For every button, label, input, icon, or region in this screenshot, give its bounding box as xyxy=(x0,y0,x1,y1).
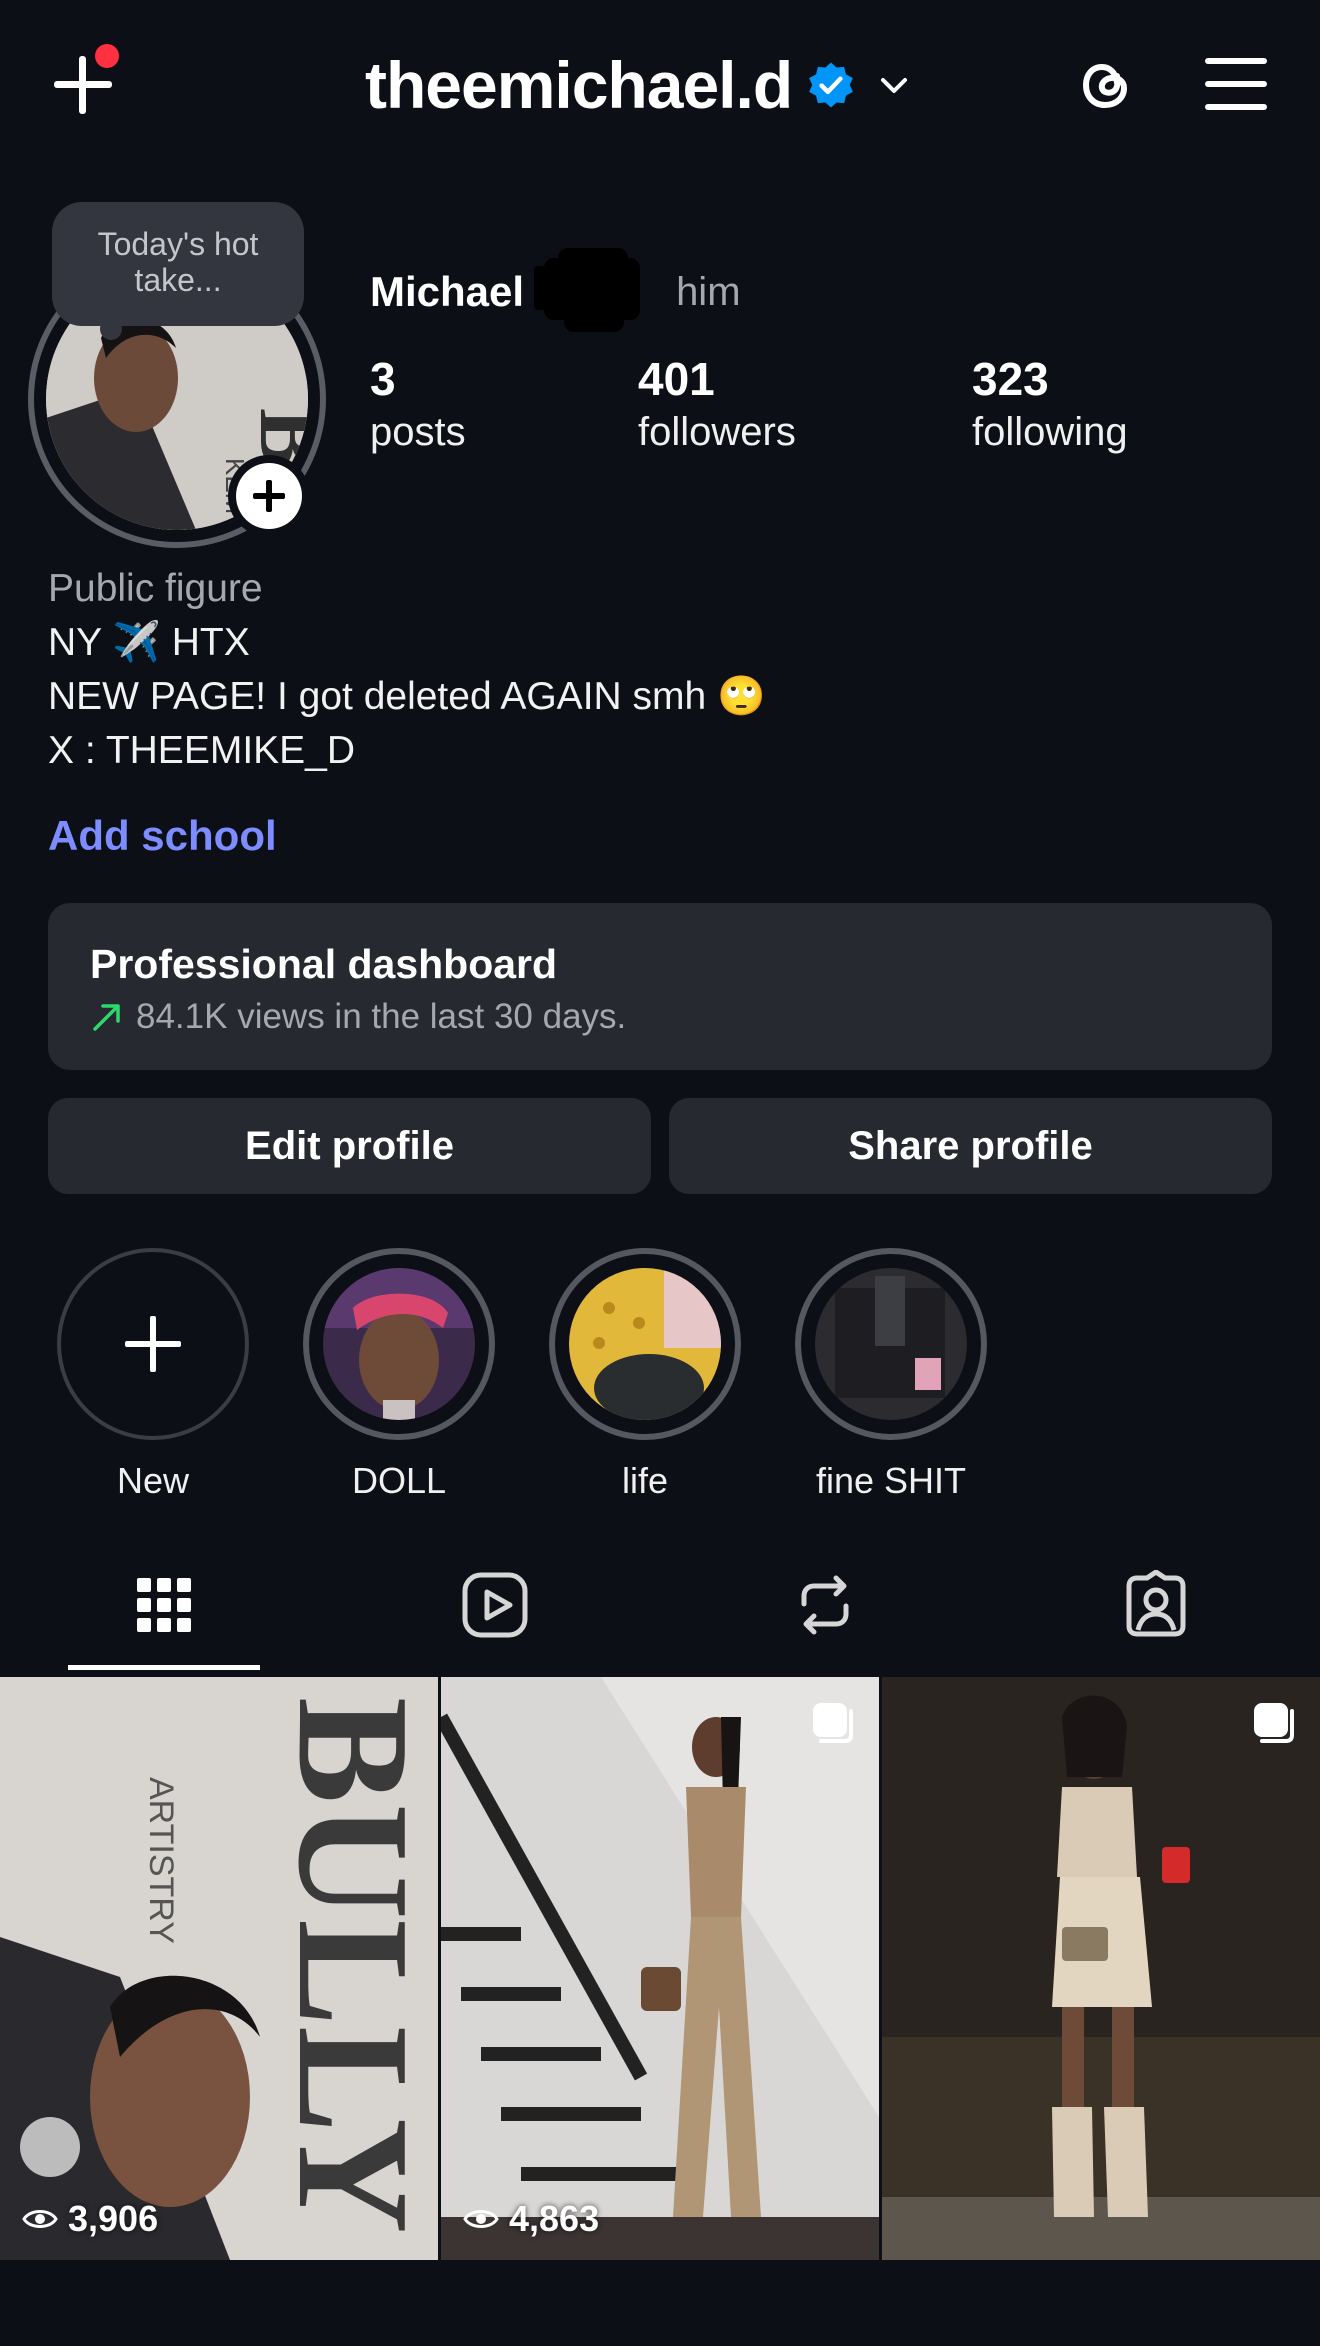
view-count: 4,863 xyxy=(463,2198,599,2240)
post-tile[interactable]: 4,863 xyxy=(441,1677,879,2260)
view-count-text: 3,906 xyxy=(68,2198,159,2239)
highlight-cover xyxy=(815,1268,967,1420)
add-story-button[interactable] xyxy=(228,455,310,537)
bio: Public figure NY ✈️ HTX NEW PAGE! I got … xyxy=(48,562,1248,778)
note-text: Today's hot take... xyxy=(97,226,259,298)
following-count: 323 xyxy=(972,353,1049,405)
highlight-ring xyxy=(549,1248,741,1440)
redaction-scribble xyxy=(534,248,664,332)
notification-dot xyxy=(95,44,119,68)
highlight-label: life xyxy=(621,1460,669,1501)
highlight-ring xyxy=(57,1248,249,1440)
highlight-cover xyxy=(323,1268,475,1420)
highlight-ring xyxy=(795,1248,987,1440)
edit-profile-button[interactable]: Edit profile xyxy=(48,1098,651,1194)
dashboard-subtitle: 84.1K views in the last 30 days. xyxy=(90,997,626,1037)
name-row: Michael him xyxy=(370,248,741,332)
carousel-icon xyxy=(1254,1703,1294,1743)
tagged-icon[interactable] xyxy=(1121,1570,1191,1640)
add-school-link[interactable]: Add school xyxy=(48,812,277,860)
account-switcher[interactable]: theemichael.d xyxy=(365,40,914,130)
verified-badge-icon xyxy=(809,62,854,108)
category-label: Public figure xyxy=(48,567,263,610)
trend-up-icon xyxy=(93,1004,120,1031)
svg-text:ARTISTRY: ARTISTRY xyxy=(142,1777,180,1944)
reposts-icon[interactable] xyxy=(790,1570,860,1640)
share-profile-button[interactable]: Share profile xyxy=(669,1098,1272,1194)
note-tail xyxy=(100,318,122,340)
eye-icon xyxy=(22,2210,58,2228)
hamburger-menu-icon[interactable] xyxy=(1205,58,1267,110)
followers-count: 401 xyxy=(638,353,715,405)
note-bubble[interactable]: Today's hot take... xyxy=(52,202,304,326)
chevron-down-icon xyxy=(881,78,908,93)
eye-icon xyxy=(463,2210,499,2228)
view-count-text: 4,863 xyxy=(509,2198,600,2239)
highlight-new[interactable]: New xyxy=(53,1248,253,1502)
active-tab-indicator xyxy=(68,1665,260,1670)
dashboard-views-text: 84.1K views in the last 30 days. xyxy=(136,997,627,1036)
highlight-cover xyxy=(569,1268,721,1420)
top-bar: theemichael.d xyxy=(0,0,1320,170)
view-count: 3,906 xyxy=(22,2198,158,2240)
highlight-label: DOLL xyxy=(351,1460,447,1501)
bio-line: NEW PAGE! I got deleted AGAIN smh 🙄 xyxy=(48,675,766,718)
threads-icon[interactable] xyxy=(1070,50,1140,120)
posts-stat[interactable]: 3 posts xyxy=(370,352,466,458)
following-label: following xyxy=(972,410,1128,454)
plus-icon xyxy=(236,463,302,529)
highlight-label: New xyxy=(116,1460,190,1501)
bio-line: X : THEEMIKE_D xyxy=(48,729,356,772)
create-button[interactable] xyxy=(50,44,120,120)
post-tile[interactable] xyxy=(882,1677,1320,2260)
highlight-label: fine SHIT xyxy=(815,1460,967,1501)
posts-label: posts xyxy=(370,410,466,454)
post-tile[interactable]: BULLY ARTISTRY 3,906 xyxy=(0,1677,438,2260)
highlight-fine-shit[interactable]: fine SHIT xyxy=(791,1248,991,1502)
reels-icon[interactable] xyxy=(460,1570,530,1640)
posts-count: 3 xyxy=(370,353,396,405)
professional-dashboard[interactable]: Professional dashboard 84.1K views in th… xyxy=(48,903,1272,1070)
grid-icon[interactable] xyxy=(129,1570,199,1640)
followers-stat[interactable]: 401 followers xyxy=(638,352,796,458)
highlight-ring xyxy=(303,1248,495,1440)
following-stat[interactable]: 323 following xyxy=(972,352,1128,458)
carousel-icon xyxy=(813,1703,853,1743)
highlight-life[interactable]: life xyxy=(545,1248,745,1502)
bio-line: NY ✈️ HTX xyxy=(48,621,250,664)
dashboard-title: Professional dashboard xyxy=(90,941,558,987)
followers-label: followers xyxy=(638,410,796,454)
pronouns: him xyxy=(676,269,741,314)
username-title: theemichael.d xyxy=(365,48,793,122)
full-name: Michael xyxy=(370,268,525,315)
highlight-doll[interactable]: DOLL xyxy=(299,1248,499,1502)
svg-text:BULLY: BULLY xyxy=(265,1697,438,2234)
